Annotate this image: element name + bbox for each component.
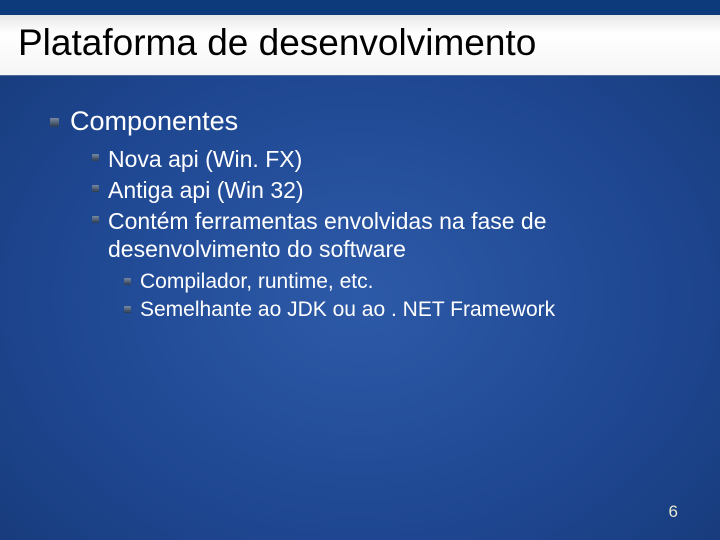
bullet-marker-icon <box>92 185 99 192</box>
bullet-text: Nova api (Win. FX) <box>108 146 302 172</box>
bullet-level3: Semelhante ao JDK ou ao . NET Framework <box>140 297 680 323</box>
bullet-level1: Componentes <box>70 106 680 137</box>
bullet-level2: Antiga api (Win 32) <box>108 176 680 204</box>
bullet-marker-icon <box>92 154 99 161</box>
slide-content: Componentes Nova api (Win. FX) Antiga ap… <box>0 76 720 324</box>
title-bar: Plataforma de desenvolvimento <box>0 0 720 76</box>
bullet-text: Contém ferramentas envolvidas na fase de… <box>108 208 547 262</box>
bullet-level3: Compilador, runtime, etc. <box>140 269 680 295</box>
bullet-marker-icon <box>124 306 131 313</box>
page-number: 6 <box>669 502 678 522</box>
bullet-marker-icon <box>92 216 99 223</box>
slide-title: Plataforma de desenvolvimento <box>18 12 702 64</box>
bullet-text: Semelhante ao JDK ou ao . NET Framework <box>140 298 555 321</box>
bullet-text: Componentes <box>70 106 238 136</box>
bullet-marker-icon <box>124 278 131 285</box>
bullet-text: Antiga api (Win 32) <box>108 177 304 203</box>
bullet-marker-icon <box>50 118 59 127</box>
bullet-level2: Contém ferramentas envolvidas na fase de… <box>108 207 680 263</box>
bullet-level2: Nova api (Win. FX) <box>108 145 680 173</box>
bullet-text: Compilador, runtime, etc. <box>140 270 373 293</box>
